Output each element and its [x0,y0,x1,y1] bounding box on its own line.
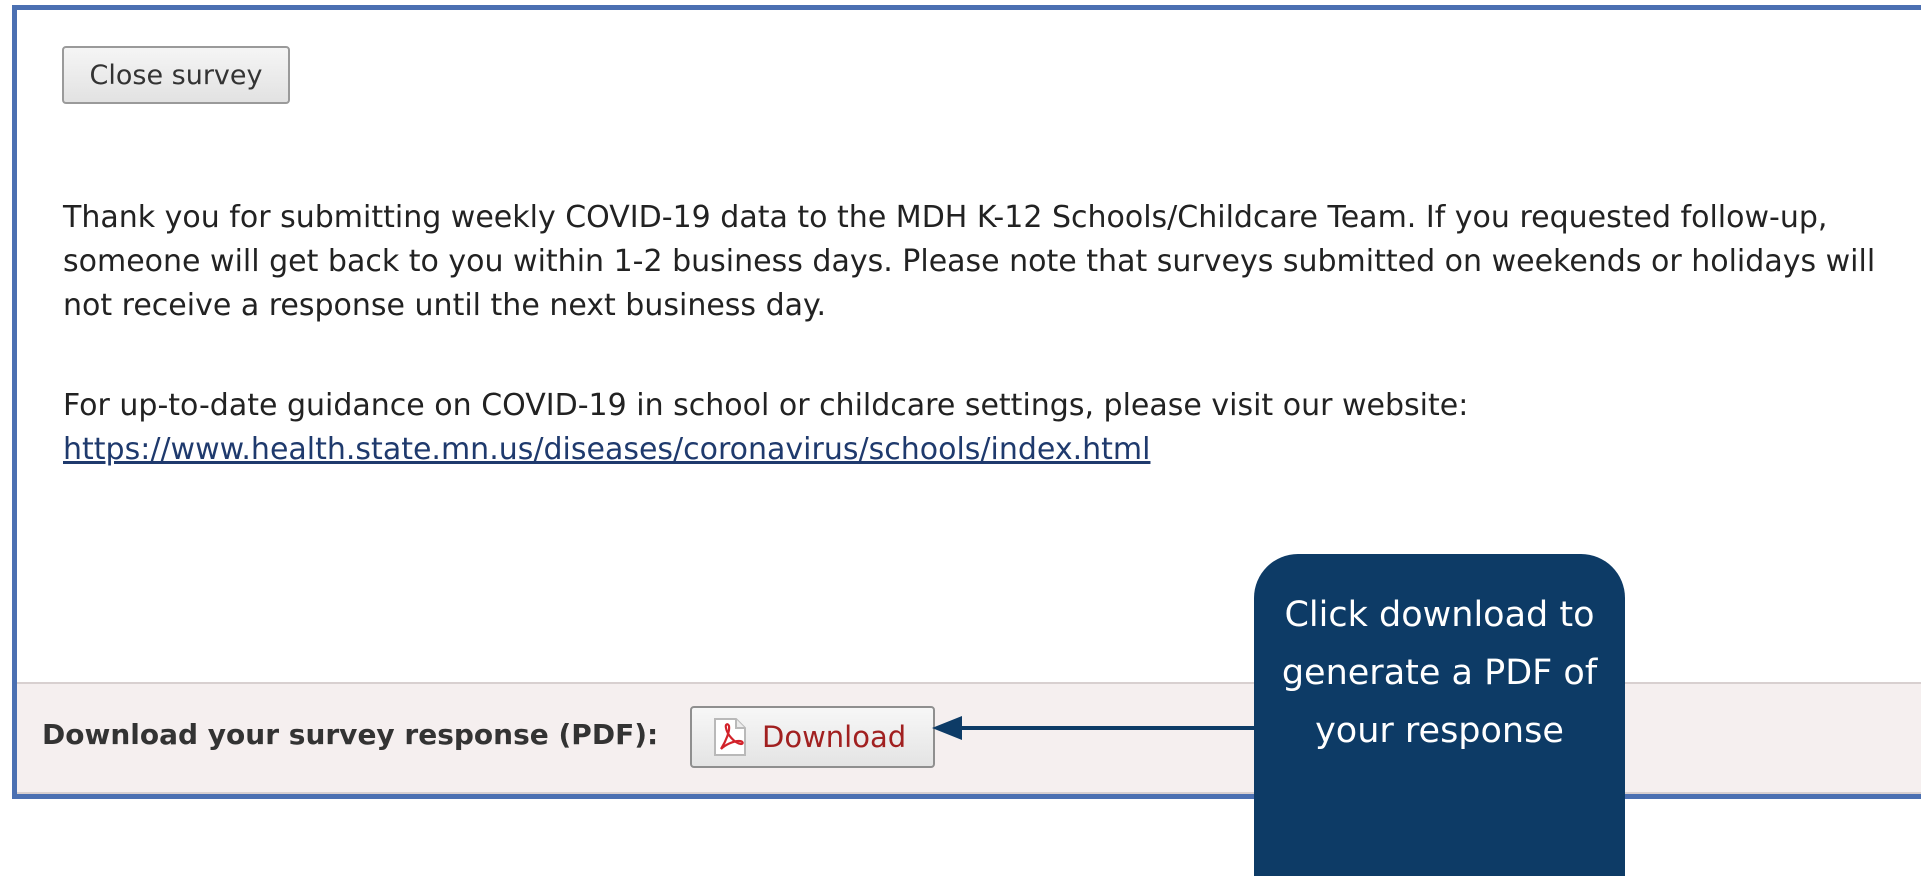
download-button-label: Download [762,720,907,754]
download-button[interactable]: Download [690,706,935,768]
survey-frame: Close survey Thank you for submitting we… [12,5,1921,799]
download-label: Download your survey response (PDF): [42,718,659,751]
arrow-left-icon [932,716,1260,740]
guidance-link[interactable]: https://www.health.state.mn.us/diseases/… [63,432,1150,467]
guidance-text: For up-to-date guidance on COVID-19 in s… [63,388,1469,423]
close-survey-button[interactable]: Close survey [62,46,290,104]
callout-text: Click download to generate a PDF of your… [1281,595,1598,751]
guidance-message: For up-to-date guidance on COVID-19 in s… [63,384,1921,472]
page: Close survey Thank you for submitting we… [0,0,1921,876]
callout-box: Click download to generate a PDF of your… [1254,554,1625,876]
thank-you-message: Thank you for submitting weekly COVID-19… [63,200,1876,323]
pdf-icon [712,717,748,757]
